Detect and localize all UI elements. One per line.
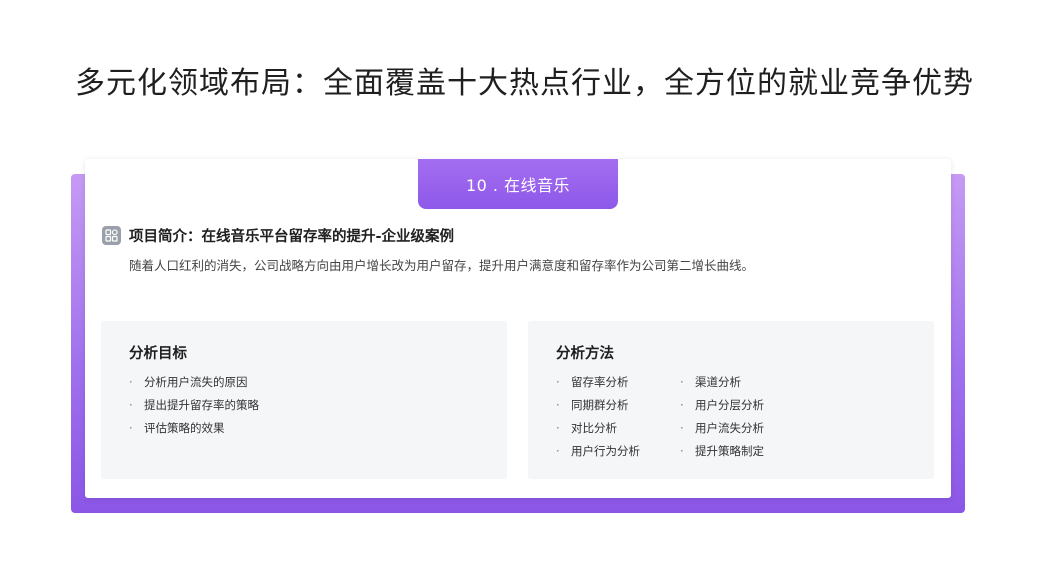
bullet-icon: · xyxy=(680,398,684,412)
methods-panel: 分析方法 · 留存率分析 · 同期群分析 · 对比分析 · 用户行为分析 · 渠道分析 ·… xyxy=(528,321,934,479)
list-item: · 用户流失分析 xyxy=(680,421,764,435)
project-tab[interactable]: 10 . 在线音乐 xyxy=(418,159,618,209)
page: 多元化领域布局：全面覆盖十大热点行业，全方位的就业竞争优势 10 . 在线音乐 … xyxy=(0,0,1049,584)
bullet-icon: · xyxy=(129,398,133,412)
list-item: · 留存率分析 xyxy=(556,375,629,389)
bullet-icon: · xyxy=(556,444,560,458)
list-item: · 渠道分析 xyxy=(680,375,741,389)
bullet-icon: · xyxy=(556,398,560,412)
methods-list-col2: · 渠道分析 · 用户分层分析 · 用户流失分析 · 提升策略制定 xyxy=(680,374,764,466)
bullet-icon: · xyxy=(129,421,133,435)
list-item: · 用户分层分析 xyxy=(680,398,764,412)
bullet-icon: · xyxy=(129,375,133,389)
intro-title: 项目简介：在线音乐平台留存率的提升-企业级案例 xyxy=(129,229,455,245)
main-title: 多元化领域布局：全面覆盖十大热点行业，全方位的就业竞争优势 xyxy=(75,66,974,101)
grid-icon xyxy=(102,226,121,245)
intro-description: 随着人口红利的消失，公司战略方向由用户增长改为用户留存，提升用户满意度和留存率作… xyxy=(129,258,755,273)
list-item: · 评估策略的效果 xyxy=(129,421,225,435)
project-card: 10 . 在线音乐 项目简介：在线音乐平台留存率的提升-企业级案例 随着人口红利… xyxy=(85,159,951,498)
list-item: · 对比分析 xyxy=(556,421,617,435)
intro-row: 项目简介：在线音乐平台留存率的提升-企业级案例 xyxy=(102,225,454,246)
list-item: · 同期群分析 xyxy=(556,398,629,412)
bullet-icon: · xyxy=(680,375,684,389)
list-item: · 提升策略制定 xyxy=(680,444,764,458)
bullet-icon: · xyxy=(556,421,560,435)
bullet-icon: · xyxy=(680,444,684,458)
bullet-icon: · xyxy=(556,375,560,389)
methods-title: 分析方法 xyxy=(556,346,614,362)
list-item: · 分析用户流失的原因 xyxy=(129,375,248,389)
bullet-icon: · xyxy=(680,421,684,435)
list-item: · 提出提升留存率的策略 xyxy=(129,398,259,412)
goals-title: 分析目标 xyxy=(129,346,187,362)
goals-panel: 分析目标 · 分析用户流失的原因 · 提出提升留存率的策略 · 评估策略的效果 xyxy=(101,321,507,479)
list-item: · 用户行为分析 xyxy=(556,444,640,458)
methods-list-col1: · 留存率分析 · 同期群分析 · 对比分析 · 用户行为分析 xyxy=(556,374,640,466)
goals-list: · 分析用户流失的原因 · 提出提升留存率的策略 · 评估策略的效果 xyxy=(129,374,259,443)
